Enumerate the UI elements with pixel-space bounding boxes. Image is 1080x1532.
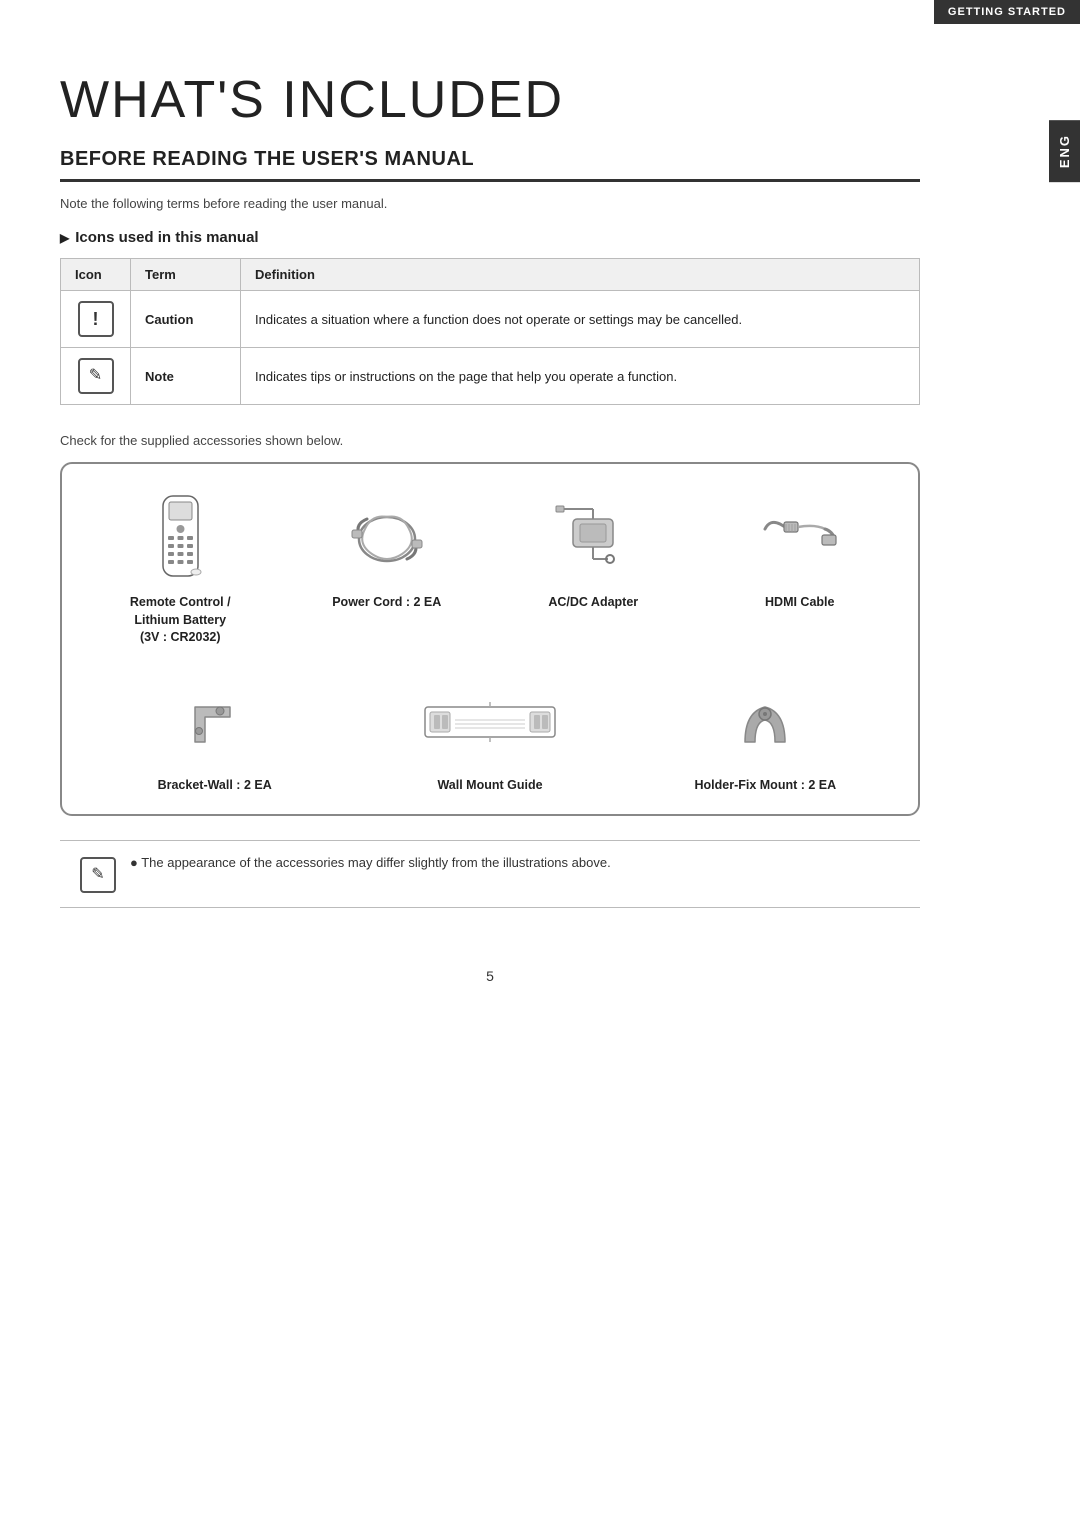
- note-box-icon: ✎: [80, 857, 116, 893]
- note-term: Note: [131, 348, 241, 405]
- note-box: ✎ ● The appearance of the accessories ma…: [60, 840, 920, 908]
- caution-term: Caution: [131, 291, 241, 348]
- accessory-bracket-wall: Bracket-Wall : 2 EA: [82, 677, 347, 795]
- section-heading: BEFORE READING THE USER'S MANUAL: [60, 148, 920, 182]
- note-definition: Indicates tips or instructions on the pa…: [241, 348, 920, 405]
- holder-fix-label: Holder-Fix Mount : 2 EA: [694, 777, 836, 795]
- bracket-wall-label: Bracket-Wall : 2 EA: [158, 777, 272, 795]
- ac-adapter-image: [553, 494, 633, 584]
- table-header-icon: Icon: [61, 259, 131, 291]
- getting-started-label: GETTING STARTED: [934, 0, 1080, 24]
- accessory-remote-control: Remote Control / Lithium Battery (3V : C…: [82, 494, 279, 647]
- accessories-top-row: Remote Control / Lithium Battery (3V : C…: [82, 494, 898, 647]
- page-number: 5: [60, 968, 920, 984]
- wall-mount-label: Wall Mount Guide: [437, 777, 542, 795]
- remote-control-label: Remote Control / Lithium Battery (3V : C…: [130, 594, 231, 647]
- ac-adapter-label: AC/DC Adapter: [548, 594, 638, 612]
- note-icon: ✎: [78, 358, 114, 394]
- caution-icon: !: [78, 301, 114, 337]
- table-row: ! Caution Indicates a situation where a …: [61, 291, 920, 348]
- intro-text: Note the following terms before reading …: [60, 196, 920, 211]
- accessory-ac-adapter: AC/DC Adapter: [495, 494, 692, 647]
- holder-fix-image: [735, 677, 795, 767]
- language-tab: ENG: [1049, 120, 1080, 182]
- accessory-hdmi-cable: HDMI Cable: [702, 494, 899, 647]
- accessory-power-cord: Power Cord : 2 EA: [289, 494, 486, 647]
- page-title: WHAT'S INCLUDED: [60, 70, 920, 130]
- check-accessories-text: Check for the supplied accessories shown…: [60, 433, 920, 448]
- table-header-definition: Definition: [241, 259, 920, 291]
- icons-table: Icon Term Definition ! Caution Indicates…: [60, 258, 920, 405]
- icons-subsection-title: Icons used in this manual: [60, 229, 920, 246]
- bracket-wall-image: [180, 677, 250, 767]
- table-row: ✎ Note Indicates tips or instructions on…: [61, 348, 920, 405]
- table-header-term: Term: [131, 259, 241, 291]
- power-cord-image: [347, 494, 427, 584]
- power-cord-label: Power Cord : 2 EA: [332, 594, 441, 612]
- wall-mount-image: [420, 677, 560, 767]
- bullet-point: ●: [130, 855, 141, 870]
- note-icon-cell: ✎: [61, 348, 131, 405]
- note-box-text: The appearance of the accessories may di…: [141, 855, 610, 870]
- accessories-bottom-row: Bracket-Wall : 2 EA: [82, 677, 898, 795]
- remote-control-image: [153, 494, 208, 584]
- note-box-content: ● The appearance of the accessories may …: [130, 855, 611, 870]
- hdmi-cable-image: [760, 494, 840, 584]
- caution-definition: Indicates a situation where a function d…: [241, 291, 920, 348]
- accessory-wall-mount: Wall Mount Guide: [357, 677, 622, 795]
- accessories-box: Remote Control / Lithium Battery (3V : C…: [60, 462, 920, 816]
- caution-icon-cell: !: [61, 291, 131, 348]
- hdmi-cable-label: HDMI Cable: [765, 594, 834, 612]
- accessory-holder-fix: Holder-Fix Mount : 2 EA: [633, 677, 898, 795]
